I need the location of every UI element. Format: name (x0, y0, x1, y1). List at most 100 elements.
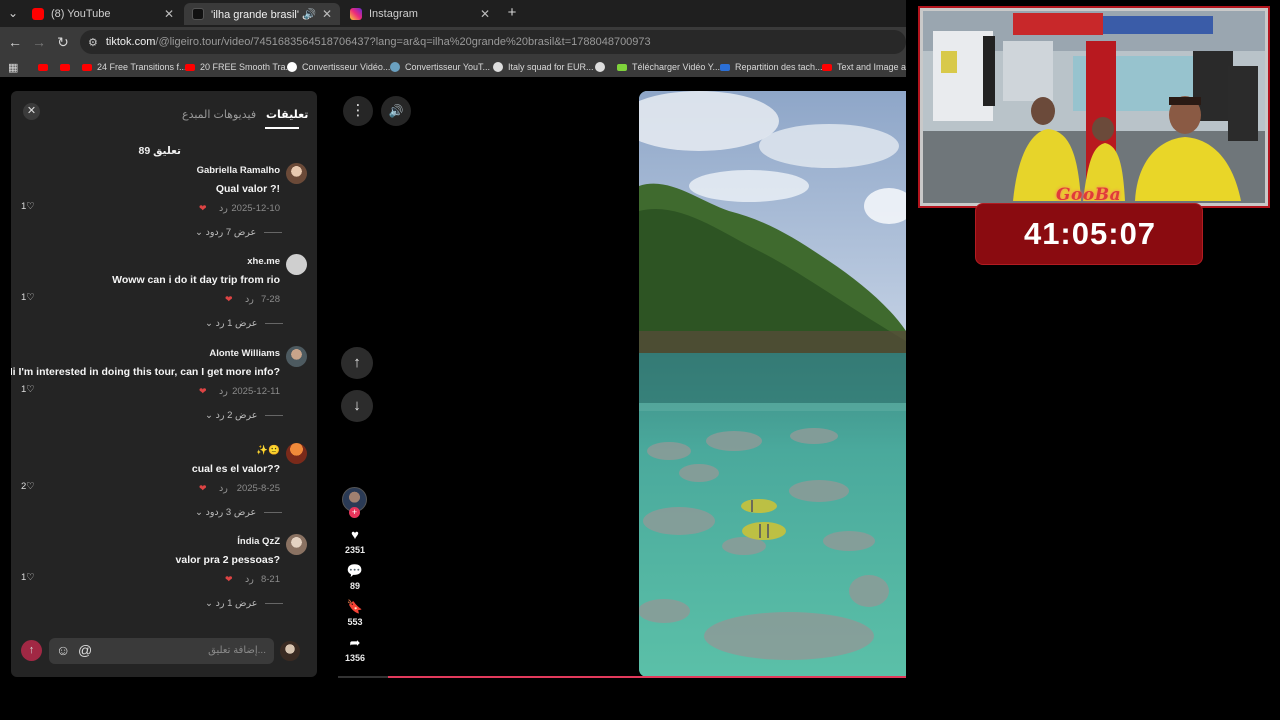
reply-button[interactable]: رد (245, 294, 254, 305)
follow-plus-icon[interactable]: + (349, 507, 360, 518)
youtube-icon (82, 63, 92, 71)
avatar[interactable] (286, 534, 307, 555)
like-button[interactable]: 1♡ (21, 201, 35, 212)
chevron-down-icon: ⌄ (205, 318, 216, 329)
comment-input[interactable]: ☺ @ إضافة تعليق... (49, 638, 274, 664)
comment-author[interactable]: Índia QzZ (237, 536, 280, 547)
close-icon[interactable]: ✕ (322, 7, 332, 21)
bookmark-item[interactable]: Convertisseur YouT... (390, 60, 490, 74)
reload-icon[interactable]: ↻ (54, 33, 72, 51)
bookmark-item[interactable]: Télécharger Vidéo Y... (617, 60, 720, 74)
tab-instagram[interactable]: Instagram ✕ (342, 3, 498, 25)
like-action[interactable]: ♥ 2351 (342, 528, 368, 556)
reply-button[interactable]: رد (219, 386, 228, 397)
bookmark-item[interactable]: 20 FREE Smooth Tra... (185, 60, 293, 74)
comment-input-placeholder: إضافة تعليق... (208, 645, 266, 656)
comment-text: Qual valor ?! (215, 183, 280, 195)
comment-author[interactable]: Alonte Williams (209, 348, 280, 359)
comment-author[interactable]: ✨🙂 (256, 445, 280, 456)
bookmark-item[interactable] (38, 60, 53, 74)
share-icon: ➦ (349, 635, 361, 650)
bookmark-item[interactable]: Convertisseur Vidéo... (287, 60, 390, 74)
apps-grid-icon[interactable]: ▦ (8, 60, 18, 74)
avatar[interactable] (286, 163, 307, 184)
heart-outline-icon: ♡ (26, 572, 35, 583)
bookmark-item[interactable] (60, 60, 75, 74)
forward-arrow-icon[interactable]: → (30, 33, 48, 51)
comment-action[interactable]: 💬 89 (342, 564, 368, 592)
webcam-overlay: GooBa 41:05:07 (906, 0, 1280, 720)
tab-comments[interactable]: تعليقات (266, 108, 308, 121)
tab-title: (8) YouTube (51, 8, 111, 20)
creator-liked-icon: ❤ (199, 203, 207, 213)
close-icon[interactable]: ✕ (480, 7, 490, 21)
avatar[interactable] (286, 346, 307, 367)
like-button[interactable]: 1♡ (21, 384, 35, 395)
avatar[interactable] (286, 443, 307, 464)
comment-author[interactable]: Gabriella Ramalho (197, 165, 280, 176)
site-info-icon[interactable]: ⚙ (88, 36, 98, 49)
previous-video-button[interactable]: ↑ (341, 347, 373, 379)
view-replies-button[interactable]: ⌄ عرض 1 رد (205, 598, 284, 609)
bookmark-item[interactable]: Italy squad for EUR... (493, 60, 594, 74)
avatar[interactable] (280, 641, 300, 661)
tab-list-icon[interactable]: ⌄ (4, 4, 22, 22)
youtube-icon (38, 63, 48, 71)
send-comment-button[interactable]: ↑ (21, 640, 42, 661)
bookmark-item[interactable]: 24 Free Transitions f... (82, 60, 187, 74)
save-action[interactable]: 🔖 553 (342, 600, 368, 628)
volume-icon[interactable]: 🔊 (381, 96, 411, 126)
more-options-icon[interactable]: ⋮ (343, 96, 373, 126)
tiktok-page: ✕ فيديوهات المبدع تعليقات 89 تعليق Gabri… (0, 77, 906, 720)
share-action[interactable]: ➦ 1356 (342, 635, 368, 664)
tab-underline (265, 127, 299, 129)
view-replies-button[interactable]: ⌄ عرض 1 رد (205, 318, 284, 329)
close-icon[interactable]: ✕ (23, 103, 40, 120)
avatar[interactable] (286, 254, 307, 275)
next-video-button[interactable]: ↓ (341, 390, 373, 422)
bookmarks-bar: ▦ 24 Free Transitions f... 20 FREE Smoot… (0, 57, 921, 77)
globe-icon (595, 62, 605, 72)
view-replies-button[interactable]: ⌄ عرض 2 رد (205, 410, 284, 421)
address-bar[interactable]: ⚙ tiktok.com /@ligeiro.tour/video/745168… (80, 30, 906, 54)
tab-tiktok[interactable]: 'ilha grande brasil' اعثر على 🔊 ✕ (184, 3, 340, 25)
like-button[interactable]: 1♡ (21, 572, 35, 583)
creator-liked-icon: ❤ (225, 294, 233, 304)
comment-date: 2025-12-10 (231, 203, 280, 214)
tab-creator-videos[interactable]: فيديوهات المبدع (182, 108, 256, 121)
reply-button[interactable]: رد (219, 203, 228, 214)
google-icon (287, 62, 297, 72)
youtube-icon (32, 8, 44, 20)
view-replies-button[interactable]: ⌄ عرض 3 ردود (195, 507, 283, 518)
bookmark-label: Italy squad for EUR... (508, 62, 594, 72)
heart-outline-icon: ♡ (26, 292, 35, 303)
emoji-icon[interactable]: ☺ (56, 642, 70, 658)
comment-count: 89 تعليق (138, 145, 181, 157)
comment-item: Gabriella Ramalho Qual valor ?! 2025-12-… (11, 163, 317, 253)
back-arrow-icon[interactable]: ← (6, 33, 24, 51)
reply-button[interactable]: رد (245, 574, 254, 585)
reply-button[interactable]: رد (219, 483, 228, 494)
audio-icon[interactable]: 🔊 (304, 9, 316, 20)
like-button[interactable]: 1♡ (21, 292, 35, 303)
close-icon[interactable]: ✕ (164, 7, 174, 21)
bookmark-item[interactable] (595, 60, 610, 74)
new-tab-button[interactable]: + (503, 4, 521, 22)
like-button[interactable]: 2♡ (21, 481, 35, 492)
comments-panel: ✕ فيديوهات المبدع تعليقات 89 تعليق Gabri… (11, 91, 317, 677)
comment-author[interactable]: xhe.me (247, 256, 280, 267)
video-player[interactable] (639, 91, 906, 677)
view-replies-label: عرض 1 رد (215, 318, 258, 329)
view-replies-button[interactable]: ⌄ عرض 7 ردود (195, 227, 283, 238)
tab-youtube[interactable]: (8) YouTube ✕ (24, 3, 182, 25)
bookmark-label: Convertisseur Vidéo... (302, 62, 391, 72)
comment-date: 2025-8-25 (236, 483, 280, 494)
globe-icon (493, 62, 503, 72)
webcam-image (923, 11, 1265, 203)
bookmark-item[interactable]: Repartition des tach... (720, 60, 823, 74)
bookmark-label: 24 Free Transitions f... (97, 62, 187, 72)
youtube-icon (822, 63, 832, 71)
bookmark-label: Télécharger Vidéo Y... (632, 62, 721, 72)
mention-icon[interactable]: @ (78, 642, 92, 658)
youtube-icon (185, 63, 195, 71)
